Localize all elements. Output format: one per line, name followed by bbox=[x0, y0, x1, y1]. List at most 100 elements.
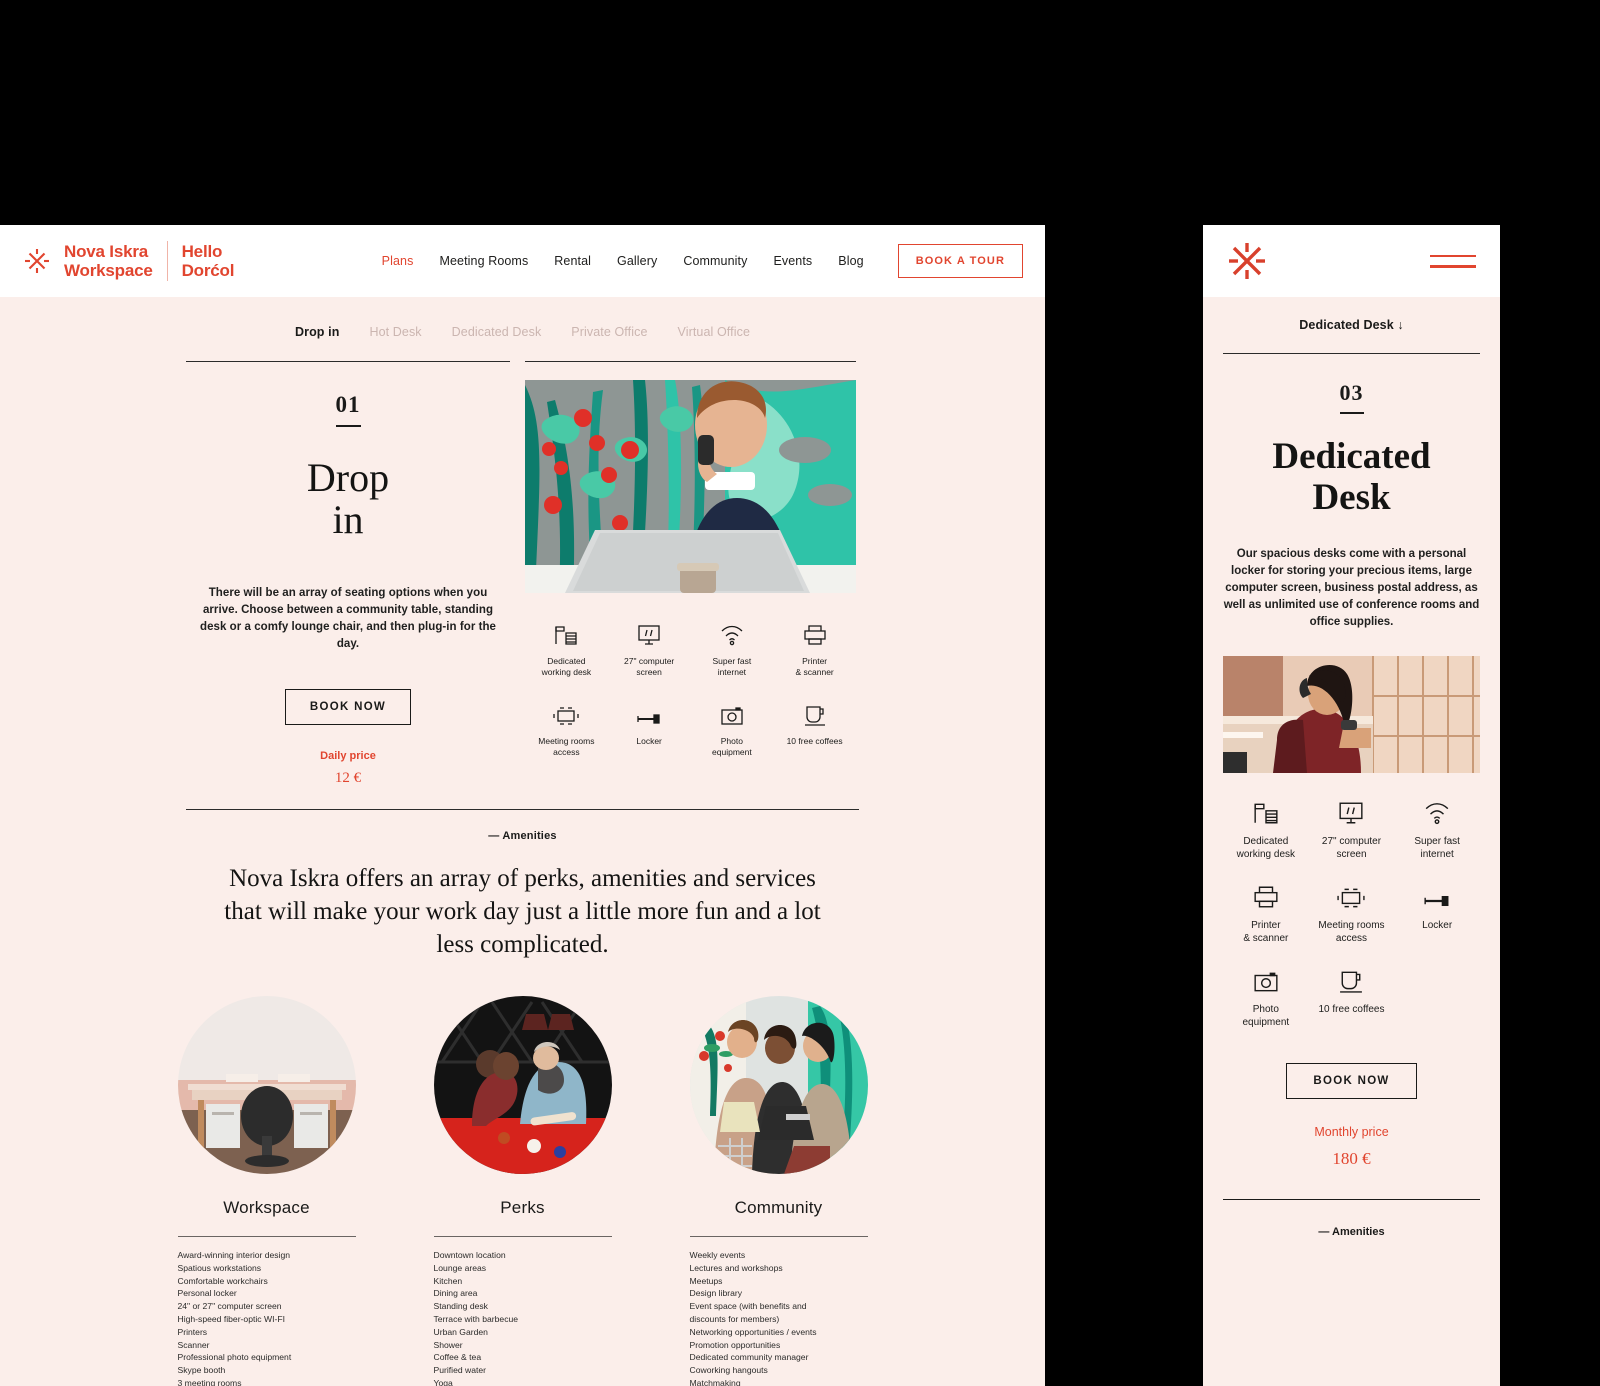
tab-dedicated-desk[interactable]: Dedicated Desk bbox=[452, 325, 542, 339]
feature-label: Dedicated working desk bbox=[541, 656, 592, 677]
feature-printer-scanner: Printer & scanner bbox=[1223, 883, 1309, 945]
list-item: High-speed fiber-optic WI-FI bbox=[177, 1313, 285, 1324]
feature-label: Super fast internet bbox=[712, 656, 752, 677]
coffee-cup-icon bbox=[1309, 967, 1395, 993]
wifi-icon bbox=[1394, 799, 1480, 825]
tab-virtual-office[interactable]: Virtual Office bbox=[678, 325, 751, 339]
section-divider bbox=[186, 809, 859, 810]
mobile-plan-detail: 03 Dedicated Desk Our spacious desks com… bbox=[1203, 353, 1500, 1238]
card-divider bbox=[689, 1236, 868, 1237]
feature-label: Photo equipment bbox=[1242, 1004, 1290, 1028]
plan-media-column: Dedicated working desk 27" computer scre… bbox=[525, 361, 856, 787]
section-divider bbox=[1223, 1199, 1480, 1200]
plan-detail-section: 01 Drop in There will be an array of sea… bbox=[0, 361, 1045, 787]
list-item: Dining area bbox=[433, 1288, 478, 1299]
list-item: Matchmaking bbox=[689, 1377, 741, 1386]
desktop-viewport: Nova Iskra Workspace Hello Dorćol Plans … bbox=[0, 225, 1045, 1386]
brand-lockup[interactable]: Nova Iskra Workspace Hello Dorćol bbox=[24, 241, 234, 281]
list-item: Personal locker bbox=[177, 1288, 237, 1299]
book-a-tour-button[interactable]: BOOK A TOUR bbox=[897, 244, 1023, 278]
tab-drop-in[interactable]: Drop in bbox=[295, 325, 339, 339]
list-item: Yoga bbox=[433, 1377, 453, 1386]
list-item: discounts for members) bbox=[689, 1313, 780, 1324]
plan-description: There will be an array of seating option… bbox=[200, 587, 496, 650]
amenity-list-workspace: Award-winning interior design Spatious w… bbox=[178, 1249, 356, 1386]
tab-private-office[interactable]: Private Office bbox=[571, 325, 647, 339]
plan-title: Drop in bbox=[306, 455, 390, 542]
desk-icon bbox=[525, 620, 608, 646]
price-label: Monthly price bbox=[1314, 1125, 1389, 1139]
amenity-card-title: Workspace bbox=[223, 1198, 310, 1217]
desk-icon bbox=[1223, 799, 1309, 825]
list-item: Printers bbox=[177, 1326, 208, 1337]
feature-free-coffees: 10 free coffees bbox=[1309, 967, 1395, 1029]
amenity-list-perks: Downtown location Lounge areas Kitchen D… bbox=[434, 1249, 612, 1386]
feature-meeting-rooms-access: Meeting rooms access bbox=[525, 700, 608, 758]
feature-label: Photo equipment bbox=[712, 736, 752, 757]
amenity-card-title: Perks bbox=[500, 1198, 545, 1217]
feature-label: 10 free coffees bbox=[786, 736, 843, 746]
amenities-cards: Workspace Award-winning interior design … bbox=[0, 996, 1045, 1386]
mobile-feature-icon-grid: Dedicated working desk 27" computer scre… bbox=[1223, 799, 1480, 1029]
printer-icon bbox=[773, 620, 856, 646]
screenshot-stage: Nova Iskra Workspace Hello Dorćol Plans … bbox=[0, 0, 1600, 1386]
hamburger-menu-icon[interactable] bbox=[1430, 247, 1476, 276]
mobile-header bbox=[1203, 225, 1500, 297]
list-item: Terrace with barbecue bbox=[433, 1313, 519, 1324]
feature-label: 27" computer screen bbox=[623, 656, 675, 677]
nav-item-meeting-rooms[interactable]: Meeting Rooms bbox=[439, 254, 528, 268]
spark-asterisk-icon[interactable] bbox=[1227, 241, 1267, 281]
price-value: 12 € bbox=[334, 770, 362, 786]
plan-summary-column: 01 Drop in There will be an array of sea… bbox=[186, 361, 510, 787]
book-now-button[interactable]: BOOK NOW bbox=[1286, 1063, 1417, 1099]
main-nav: Plans Meeting Rooms Rental Gallery Commu… bbox=[382, 244, 1023, 278]
amenities-kicker: — Amenities bbox=[1318, 1226, 1385, 1238]
list-item: Lectures and workshops bbox=[689, 1262, 783, 1273]
mobile-plan-selector[interactable]: Dedicated Desk ↓ bbox=[1203, 297, 1500, 353]
list-item: Standing desk bbox=[433, 1301, 488, 1312]
mobile-viewport: Dedicated Desk ↓ 03 Dedicated Desk Our s… bbox=[1203, 225, 1500, 1386]
price-value: 180 € bbox=[1332, 1149, 1371, 1168]
feature-dedicated-working-desk: Dedicated working desk bbox=[525, 620, 608, 678]
feature-label: Printer & scanner bbox=[1243, 920, 1289, 944]
feature-meeting-rooms-access: Meeting rooms access bbox=[1309, 883, 1395, 945]
list-item: 24" or 27" computer screen bbox=[177, 1301, 282, 1312]
feature-label: 10 free coffees bbox=[1318, 1004, 1385, 1015]
feature-free-coffees: 10 free coffees bbox=[773, 700, 856, 758]
feature-icon-grid: Dedicated working desk 27" computer scre… bbox=[525, 620, 856, 758]
list-item: Skype booth bbox=[177, 1365, 226, 1376]
feature-label: Locker bbox=[1422, 920, 1453, 931]
amenity-list-community: Weekly events Lectures and workshops Mee… bbox=[690, 1249, 868, 1386]
feature-printer-scanner: Printer & scanner bbox=[773, 620, 856, 678]
nav-item-community[interactable]: Community bbox=[683, 254, 747, 268]
list-item: Shower bbox=[433, 1339, 463, 1350]
plan-number: 03 bbox=[1339, 380, 1364, 414]
list-item: Purified water bbox=[433, 1365, 487, 1376]
nav-item-gallery[interactable]: Gallery bbox=[617, 254, 657, 268]
tab-hot-desk[interactable]: Hot Desk bbox=[369, 325, 421, 339]
camera-icon bbox=[1223, 967, 1309, 993]
list-item: Award-winning interior design bbox=[177, 1250, 291, 1260]
nav-item-rental[interactable]: Rental bbox=[554, 254, 591, 268]
list-item: Urban Garden bbox=[433, 1326, 488, 1337]
nav-item-events[interactable]: Events bbox=[773, 254, 812, 268]
list-item: Weekly events bbox=[689, 1250, 746, 1260]
amenities-kicker: — Amenities bbox=[488, 830, 557, 842]
plan-hero-image bbox=[525, 380, 856, 593]
nav-item-blog[interactable]: Blog bbox=[838, 254, 863, 268]
list-item: Comfortable workchairs bbox=[177, 1275, 268, 1286]
plan-number: 01 bbox=[335, 392, 361, 427]
book-now-button[interactable]: BOOK NOW bbox=[284, 689, 412, 725]
feature-super-fast-internet: Super fast internet bbox=[691, 620, 774, 678]
monitor-icon bbox=[1309, 799, 1395, 825]
nav-item-plans[interactable]: Plans bbox=[382, 254, 414, 268]
spark-asterisk-icon bbox=[24, 248, 50, 274]
amenity-card-community: Community Weekly events Lectures and wor… bbox=[689, 996, 868, 1386]
wifi-icon bbox=[691, 620, 774, 646]
list-item: Lounge areas bbox=[433, 1262, 487, 1273]
list-item: Networking opportunities / events bbox=[689, 1326, 817, 1337]
feature-locker: Locker bbox=[608, 700, 691, 758]
brand-name: Nova Iskra Workspace bbox=[64, 242, 153, 280]
feature-label: Super fast internet bbox=[1414, 836, 1460, 860]
amenity-image-community bbox=[689, 996, 868, 1174]
